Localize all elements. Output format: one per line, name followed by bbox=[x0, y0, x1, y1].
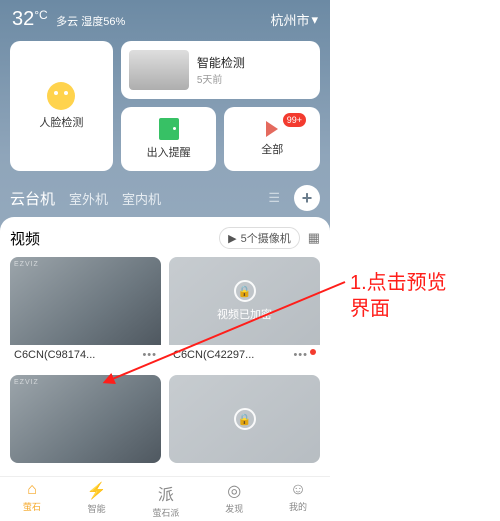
play-circle-icon: ▶ bbox=[228, 232, 236, 245]
camera-more-2[interactable]: ••• bbox=[293, 349, 316, 361]
camera-card-3[interactable]: EZVIZ bbox=[10, 375, 161, 463]
annotation-line-1: 1.点击预览 bbox=[350, 270, 447, 296]
weather-block[interactable]: 32°C 多云 湿度56% bbox=[12, 8, 125, 31]
brand-watermark: EZVIZ bbox=[14, 261, 39, 268]
nav-mine[interactable]: ☺我的 bbox=[289, 481, 307, 519]
video-header: 视频 ▶ 5个摄像机 ▦ bbox=[10, 227, 320, 249]
city-selector[interactable]: 杭州市 ▾ bbox=[270, 10, 318, 29]
detect-title: 智能检测 bbox=[197, 54, 245, 71]
tab-ptz[interactable]: 云台机 bbox=[10, 188, 55, 209]
bottom-nav: ⌂萤石 ⚡智能 派萤石派 ◎发现 ☺我的 bbox=[0, 476, 330, 521]
tab-outdoor[interactable]: 室外机 bbox=[69, 189, 108, 208]
all-label: 全部 bbox=[261, 141, 283, 157]
detect-subtitle: 5天前 bbox=[197, 71, 245, 86]
camera-card-1[interactable]: EZVIZ C6CN(C98174... ••• bbox=[10, 257, 161, 367]
notification-badge: 99+ bbox=[283, 113, 306, 127]
tab-indoor[interactable]: 室内机 bbox=[122, 189, 161, 208]
app-screen: 32°C 多云 湿度56% 杭州市 ▾ 人脸检测 智能检测 5天前 bbox=[0, 0, 330, 521]
lock-icon: 🔒 bbox=[234, 408, 256, 430]
layout-grid-icon[interactable]: ▦ bbox=[308, 230, 320, 246]
discover-icon: ◎ bbox=[227, 481, 241, 501]
weather-text: 多云 湿度56% bbox=[56, 16, 125, 28]
feature-cards-row: 人脸检测 智能检测 5天前 出入提醒 99+ 全部 bbox=[0, 35, 330, 177]
video-grid: EZVIZ C6CN(C98174... ••• 🔒 视频已加密 C6CN(C4… bbox=[10, 257, 320, 463]
feature-row-2: 出入提醒 99+ 全部 bbox=[121, 107, 320, 171]
face-icon bbox=[47, 82, 75, 110]
annotation-text: 1.点击预览 界面 bbox=[350, 270, 447, 322]
video-title: 视频 bbox=[10, 228, 40, 249]
profile-icon: ☺ bbox=[290, 481, 306, 499]
camera-thumb-2: 🔒 视频已加密 bbox=[169, 257, 320, 345]
lock-icon: 🔒 bbox=[234, 280, 256, 302]
device-tabs: 云台机 室外机 室内机 ☰ + bbox=[0, 177, 330, 217]
add-button[interactable]: + bbox=[294, 185, 320, 211]
alert-dot bbox=[310, 349, 316, 355]
detect-thumbnail bbox=[129, 50, 189, 90]
camera-card-4[interactable]: 🔒 bbox=[169, 375, 320, 463]
pai-icon: 派 bbox=[158, 481, 174, 505]
chevron-down-icon: ▾ bbox=[311, 12, 318, 28]
nav-pai[interactable]: 派萤石派 bbox=[152, 481, 179, 519]
camera-count-pill[interactable]: ▶ 5个摄像机 bbox=[219, 227, 300, 249]
city-label: 杭州市 bbox=[270, 10, 309, 29]
door-alert-label: 出入提醒 bbox=[147, 144, 191, 160]
camera-thumb-4: 🔒 bbox=[169, 375, 320, 463]
nav-smart[interactable]: ⚡智能 bbox=[87, 481, 107, 519]
detect-text: 智能检测 5天前 bbox=[197, 54, 245, 86]
door-icon bbox=[159, 118, 179, 140]
face-detect-card[interactable]: 人脸检测 bbox=[10, 41, 113, 171]
nav-home[interactable]: ⌂萤石 bbox=[23, 481, 41, 519]
annotation-line-2: 界面 bbox=[350, 296, 447, 322]
right-column: 智能检测 5天前 出入提醒 99+ 全部 bbox=[121, 41, 320, 171]
camera-card-2[interactable]: 🔒 视频已加密 C6CN(C42297... ••• bbox=[169, 257, 320, 367]
face-detect-label: 人脸检测 bbox=[39, 114, 83, 130]
play-icon bbox=[266, 121, 278, 137]
door-alert-card[interactable]: 出入提醒 bbox=[121, 107, 217, 171]
bolt-icon: ⚡ bbox=[87, 481, 107, 501]
camera-thumb-1: EZVIZ bbox=[10, 257, 161, 345]
all-card[interactable]: 99+ 全部 bbox=[224, 107, 320, 171]
nav-discover[interactable]: ◎发现 bbox=[225, 481, 243, 519]
temperature-unit: °C bbox=[34, 8, 47, 22]
temperature-value: 32 bbox=[12, 8, 34, 30]
video-section: 视频 ▶ 5个摄像机 ▦ EZVIZ C6CN(C98174... ••• bbox=[0, 217, 330, 517]
menu-icon[interactable]: ☰ bbox=[268, 190, 280, 206]
camera-count-text: 5个摄像机 bbox=[241, 230, 291, 246]
camera-name-2: C6CN(C42297... bbox=[173, 349, 254, 361]
home-icon: ⌂ bbox=[27, 481, 37, 499]
brand-watermark: EZVIZ bbox=[14, 379, 39, 386]
camera-more-1[interactable]: ••• bbox=[142, 349, 157, 361]
camera-thumb-3: EZVIZ bbox=[10, 375, 161, 463]
camera-name-1: C6CN(C98174... bbox=[14, 349, 95, 361]
encrypted-label: 视频已加密 bbox=[217, 306, 272, 322]
smart-detect-card[interactable]: 智能检测 5天前 bbox=[121, 41, 320, 99]
status-bar: 32°C 多云 湿度56% 杭州市 ▾ bbox=[0, 0, 330, 35]
